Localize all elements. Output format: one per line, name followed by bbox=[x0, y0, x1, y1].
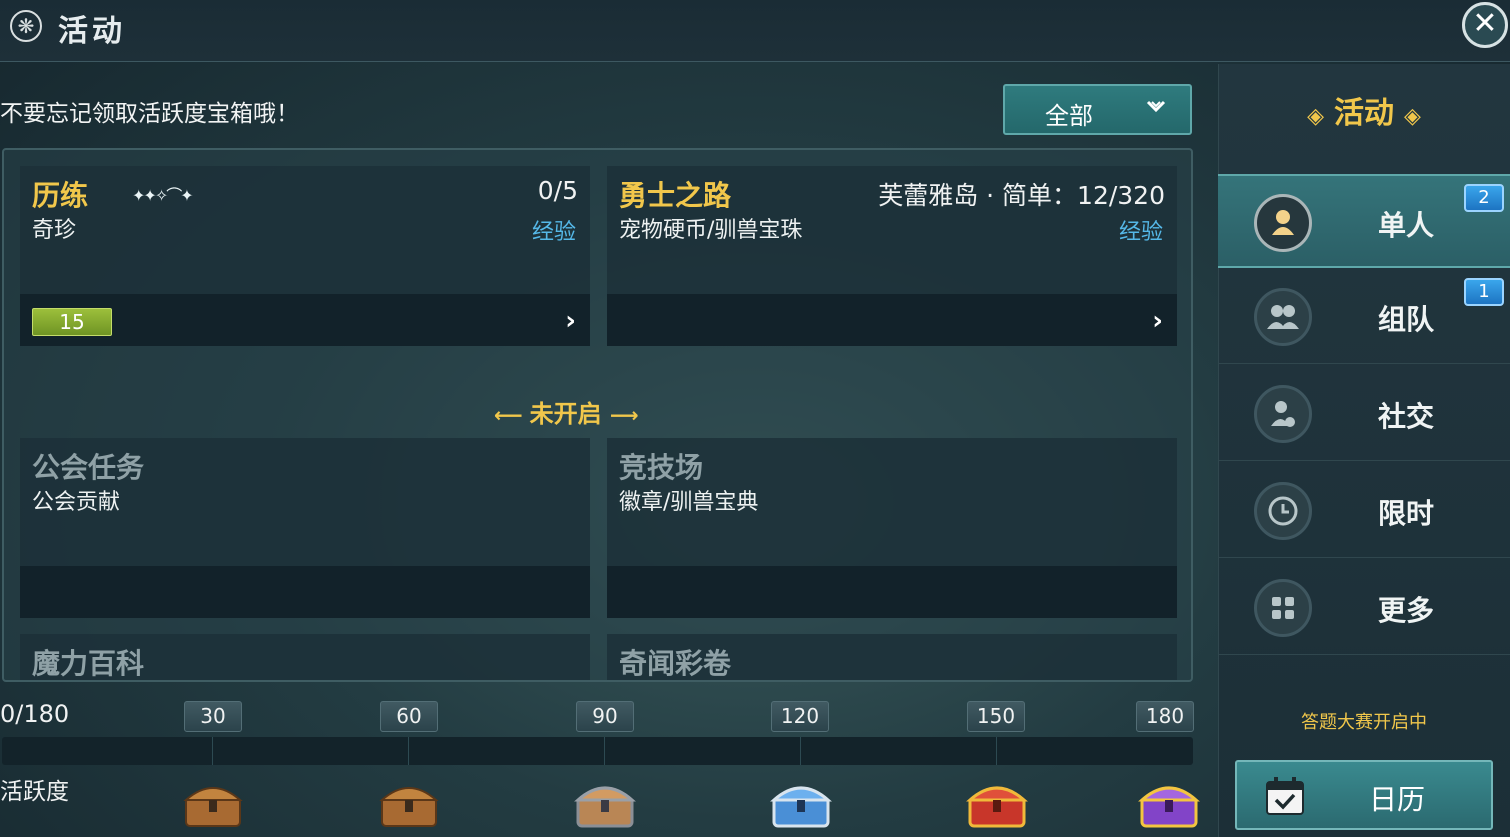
milestone-120: 120 bbox=[771, 701, 829, 732]
activity-name: 竞技场 bbox=[619, 451, 704, 484]
card-footer: 15 › bbox=[20, 294, 590, 346]
ornament-right-icon: ⟶ bbox=[610, 403, 639, 427]
filter-dropdown[interactable]: 全部 bbox=[1003, 84, 1192, 135]
card-footer: › bbox=[607, 294, 1177, 346]
group-icon bbox=[1254, 288, 1312, 346]
sidebar-title-text: 活动 bbox=[1334, 96, 1394, 131]
activity-name: 历练 bbox=[32, 179, 89, 212]
chevron-right-icon[interactable]: › bbox=[565, 306, 576, 336]
milestone-90: 90 bbox=[576, 701, 634, 732]
activity-subtitle: 公会贡献 bbox=[32, 490, 121, 515]
activity-card-lilian[interactable]: ✦✦✧⌒✦ 历练 奇珍 0/5 经验 15 › bbox=[20, 166, 590, 346]
activity-card-warrior-road[interactable]: 勇士之路 宠物硬币/驯兽宝珠 芙蕾雅岛 · 简单：12/320 经验 › bbox=[607, 166, 1177, 346]
milestone-60: 60 bbox=[380, 701, 438, 732]
activity-card-encyclopedia[interactable]: 魔力百科 bbox=[20, 634, 590, 680]
activity-card-arena[interactable]: 竞技场 徽章/驯兽宝典 bbox=[607, 438, 1177, 618]
ornament-left-icon: ◈ bbox=[1307, 104, 1324, 129]
activity-name: 公会任务 bbox=[32, 451, 145, 484]
tab-label: 单人 bbox=[1378, 209, 1435, 242]
activity-progress: 0/5 bbox=[537, 176, 578, 205]
progress-tick bbox=[408, 737, 409, 765]
grid-icon bbox=[1254, 579, 1312, 637]
wooden-chest-icon[interactable] bbox=[182, 776, 244, 830]
activity-name: 勇士之路 bbox=[619, 179, 732, 212]
tab-limited-time[interactable]: 限时 bbox=[1218, 464, 1510, 558]
milestone-30: 30 bbox=[184, 701, 242, 732]
activity-name: 奇闻彩卷 bbox=[619, 647, 732, 680]
silver-chest-icon[interactable] bbox=[574, 776, 636, 830]
blue-chest-icon[interactable] bbox=[770, 776, 832, 830]
progress-tick bbox=[800, 737, 801, 765]
top-bar: ❋ 活动 ✕ bbox=[0, 0, 1510, 62]
tab-social[interactable]: 社交 bbox=[1218, 367, 1510, 461]
section-not-open: ⟵ 未开启 ⟶ bbox=[494, 394, 639, 429]
event-notice[interactable]: 答题大赛开启中 bbox=[1218, 708, 1510, 734]
activity-label: 活跃度 bbox=[0, 779, 69, 805]
milestone-180: 180 bbox=[1136, 701, 1194, 732]
social-icon bbox=[1254, 385, 1312, 443]
tab-label: 组队 bbox=[1378, 303, 1435, 336]
tab-solo[interactable]: 单人 2 bbox=[1218, 174, 1510, 268]
activity-name: 魔力百科 bbox=[32, 647, 145, 680]
activity-points: 0/180 bbox=[0, 700, 70, 728]
chevron-right-icon[interactable]: › bbox=[1152, 306, 1163, 336]
calendar-button[interactable]: 日历 bbox=[1235, 760, 1493, 830]
filter-value: 全部 bbox=[1045, 102, 1093, 130]
tab-label: 更多 bbox=[1378, 594, 1435, 627]
notification-badge: 1 bbox=[1464, 278, 1504, 306]
sidebar-title: ◈ 活动 ◈ bbox=[1218, 88, 1510, 132]
ornament-left-icon: ⟵ bbox=[494, 403, 530, 427]
calendar-label: 日历 bbox=[1369, 783, 1426, 816]
activity-reward: 经验 bbox=[531, 220, 576, 245]
tab-more[interactable]: 更多 bbox=[1218, 561, 1510, 655]
activity-list-panel: ✦✦✧⌒✦ 历练 奇珍 0/5 经验 15 › 勇士之路 宠物硬币/驯兽宝珠 芙… bbox=[2, 148, 1193, 682]
activity-card-guild-task[interactable]: 公会任务 公会贡献 bbox=[20, 438, 590, 618]
tab-label: 限时 bbox=[1378, 497, 1435, 530]
tab-label: 社交 bbox=[1378, 400, 1435, 433]
person-icon bbox=[1254, 194, 1312, 252]
calendar-icon bbox=[1263, 774, 1307, 822]
page-title: 活动 bbox=[58, 14, 126, 49]
close-button[interactable]: ✕ bbox=[1462, 2, 1508, 48]
activity-subtitle: 宠物硬币/驯兽宝珠 bbox=[619, 218, 803, 243]
purple-chest-icon[interactable] bbox=[1138, 776, 1200, 830]
activity-reward: 经验 bbox=[1118, 220, 1163, 245]
activity-subtitle: 徽章/驯兽宝典 bbox=[619, 490, 759, 515]
card-footer bbox=[607, 566, 1177, 618]
level-badge: 15 bbox=[32, 308, 112, 336]
section-title-text: 未开启 bbox=[529, 400, 602, 428]
red-chest-icon[interactable] bbox=[966, 776, 1028, 830]
clock-icon bbox=[1254, 482, 1312, 540]
notification-badge: 2 bbox=[1464, 184, 1504, 212]
milestone-150: 150 bbox=[967, 701, 1025, 732]
progress-tick bbox=[996, 737, 997, 765]
activity-card-lottery[interactable]: 奇闻彩卷 bbox=[607, 634, 1177, 680]
progress-tick bbox=[604, 737, 605, 765]
reminder-text: 不要忘记领取活跃度宝箱哦！ bbox=[0, 101, 299, 127]
ornament-right-icon: ◈ bbox=[1404, 104, 1421, 129]
progress-tick bbox=[212, 737, 213, 765]
activity-progress: 芙蕾雅岛 · 简单：12/320 bbox=[878, 181, 1165, 210]
activity-progress-bar bbox=[2, 737, 1193, 765]
activity-subtitle: 奇珍 bbox=[32, 218, 77, 243]
gear-icon: ❋ bbox=[10, 10, 42, 42]
tab-team[interactable]: 组队 1 bbox=[1218, 270, 1510, 364]
chevron-down-icon bbox=[1144, 94, 1168, 124]
card-footer bbox=[20, 566, 590, 618]
frost-decoration: ✦✦✧⌒✦ bbox=[132, 186, 194, 205]
wooden-chest-icon[interactable] bbox=[378, 776, 440, 830]
